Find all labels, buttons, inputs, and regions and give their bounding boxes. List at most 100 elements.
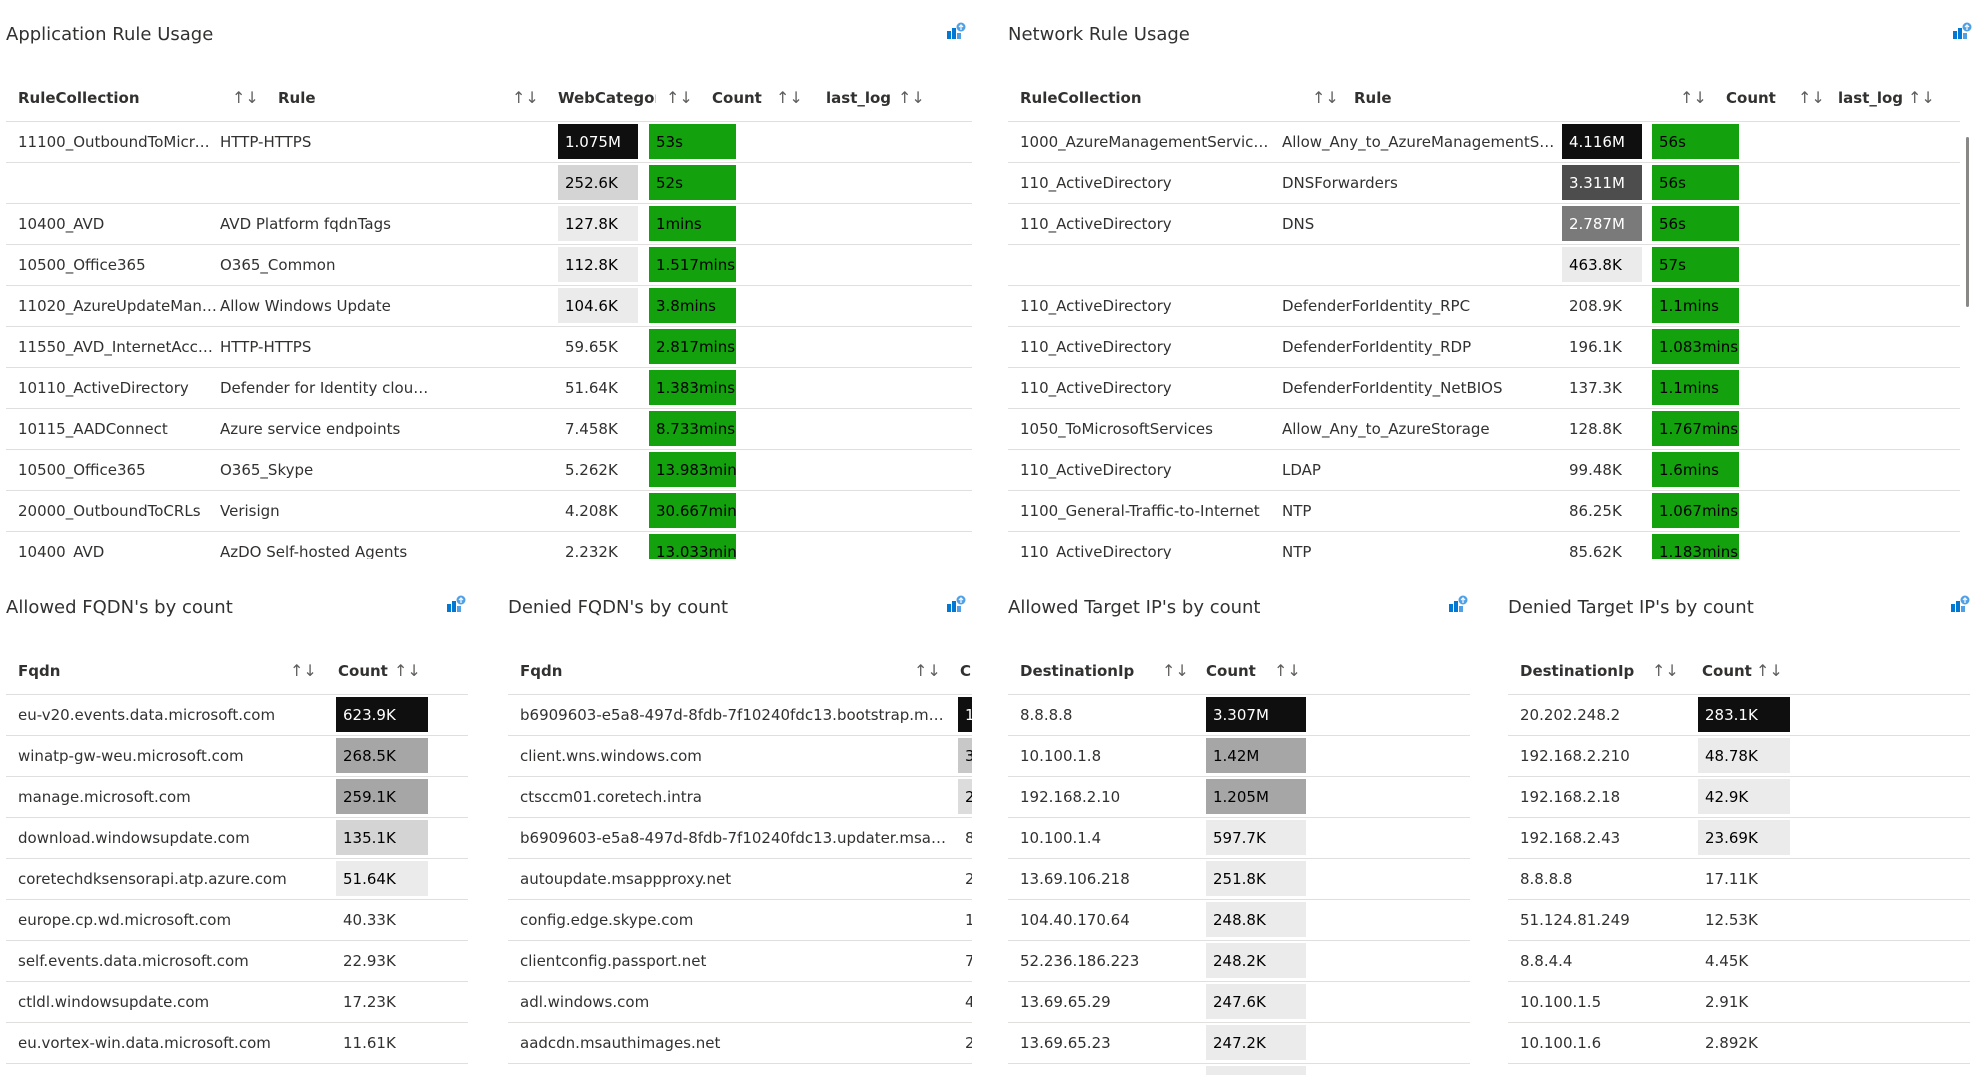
sort-icon[interactable]: ↑↓ — [898, 75, 925, 121]
col-destinationip-header[interactable]: DestinationIp — [1508, 648, 1668, 694]
table-row[interactable]: 252.6K 52s — [6, 163, 972, 204]
pin-to-dashboard-icon[interactable] — [1950, 595, 1970, 613]
table-row[interactable]: 192.168.2.10 1.205M — [1008, 777, 1470, 818]
table-row[interactable]: winatp-gw-weu.microsoft.com 268.5K — [6, 736, 468, 777]
col-rulecollection-header[interactable]: RuleCollection — [1008, 75, 1298, 121]
table-row[interactable]: 10.100.1.5 2.91K — [1508, 982, 1970, 1023]
col-count-header[interactable]: Count — [1714, 75, 1794, 121]
table-row[interactable]: 10500_Office365 O365_Skype 5.262K 13.983min… — [6, 450, 972, 491]
table-row[interactable]: coretechdksensorapi.atp.azure.com 51.64K — [6, 859, 468, 900]
vertical-scrollbar[interactable] — [1966, 137, 1969, 307]
table-row[interactable]: 13.69.65.23 247.2K — [1008, 1023, 1470, 1064]
sort-icon[interactable]: ↑↓ — [512, 75, 539, 121]
table-row[interactable]: 8.8.8.8 17.11K — [1508, 859, 1970, 900]
pin-to-dashboard-icon[interactable] — [1952, 22, 1972, 40]
sort-icon[interactable]: ↑↓ — [1652, 648, 1679, 694]
table-row[interactable]: 20.202.248.2 283.1K — [1508, 695, 1970, 736]
sort-icon[interactable]: ↑↓ — [1908, 75, 1935, 121]
table-row[interactable]: 110_ActiveDirectory DefenderForIdentity_R… — [1008, 327, 1960, 368]
table-row[interactable]: 10400_AVD AVD Platform fqdnTags 127.8K 1min… — [6, 204, 972, 245]
table-row[interactable]: client.wns.windows.com 3 — [508, 736, 972, 777]
pin-to-dashboard-icon[interactable] — [1448, 595, 1468, 613]
table-row[interactable]: b6909603-e5a8-497d-8fdb-7f10240fdc13.upd… — [508, 818, 972, 859]
sort-icon[interactable]: ↑↓ — [1798, 75, 1825, 121]
sort-icon[interactable]: ↑↓ — [394, 648, 421, 694]
table-row[interactable]: 192.168.2.18 42.9K — [1508, 777, 1970, 818]
col-webcategory-header[interactable]: WebCategory — [546, 75, 656, 121]
table-row[interactable]: autoupdate.msappproxy.net 2 — [508, 859, 972, 900]
table-row[interactable]: 10110_ActiveDirectory Defender for Identi… — [6, 368, 972, 409]
table-row[interactable]: download.windowsupdate.com 135.1K — [6, 818, 468, 859]
sort-icon[interactable]: ↑↓ — [232, 75, 259, 121]
table-row[interactable]: 1000_AzureManagementServices Allow_Any_to… — [1008, 122, 1960, 163]
sort-icon[interactable]: ↑↓ — [1274, 648, 1301, 694]
sort-icon[interactable]: ↑↓ — [1680, 75, 1707, 121]
sort-icon[interactable]: ↑↓ — [290, 648, 317, 694]
table-row[interactable]: 110_ActiveDirectory DNSForwarders 3.311M 56… — [1008, 163, 1960, 204]
col-rule-header[interactable]: Rule — [1342, 75, 1642, 121]
table-row[interactable]: 52.236.186.223 248.2K — [1008, 941, 1470, 982]
sort-icon[interactable]: ↑↓ — [1162, 648, 1189, 694]
sort-icon[interactable]: ↑↓ — [666, 75, 693, 121]
col-count-header[interactable]: Count — [700, 75, 780, 121]
col-lastlog-header[interactable]: last_log — [1826, 75, 1906, 121]
table-row[interactable]: 11020_AzureUpdateManagementAllow Windows… — [6, 286, 972, 327]
pin-to-dashboard-icon[interactable] — [446, 595, 466, 613]
table-row[interactable]: 10.100.1.8 1.42M — [1008, 736, 1470, 777]
pin-to-dashboard-icon[interactable] — [946, 22, 966, 40]
table-row[interactable]: 11550_AVD_InternetAccess HTTP-HTTPS 59.65K… — [6, 327, 972, 368]
table-row[interactable]: 13.69.65.29 247.6K — [1008, 982, 1470, 1023]
table-row[interactable]: 192.168.2.43 23.69K — [1508, 818, 1970, 859]
table-row[interactable]: 110_ActiveDirectory DefenderForIdentity_R… — [1008, 286, 1960, 327]
table-row[interactable]: ctldl.windowsupdate.com 17.23K — [6, 982, 468, 1023]
table-row[interactable]: 192.168.2.210 48.78K — [1508, 736, 1970, 777]
col-rule-header[interactable]: Rule — [266, 75, 486, 121]
table-row[interactable]: eu.vortex-win.data.microsoft.com 11.61K — [6, 1023, 468, 1064]
table-row[interactable]: 10500_Office365 O365_Common 112.8K 1.517min… — [6, 245, 972, 286]
col-lastlog-header[interactable]: last_log — [814, 75, 894, 121]
col-rulecollection-header[interactable]: RuleCollection — [6, 75, 226, 121]
table-row[interactable]: clientconfig.passport.net 7 — [508, 941, 972, 982]
table-row[interactable]: 110_ActiveDirectory NTP 85.62K 1.183mins — [1008, 532, 1960, 559]
table-row[interactable]: 1100_General-Traffic-to-Internet NTP 86.25… — [1008, 491, 1960, 532]
table-row[interactable]: 8.8.8.8 3.307M — [1008, 695, 1470, 736]
table-row[interactable]: 20000_OutboundToCRLs Verisign 4.208K 30.667… — [6, 491, 972, 532]
table-row[interactable]: 11100_OutboundToMicrosoft HTTP-HTTPS 1.075… — [6, 122, 972, 163]
table-row[interactable]: 463.8K 57s — [1008, 245, 1960, 286]
table-row[interactable]: b6909603-e5a8-497d-8fdb-7f10240fdc13.boo… — [508, 695, 972, 736]
table-row[interactable]: manage.microsoft.com 259.1K — [6, 777, 468, 818]
table-row[interactable]: 10400_AVD AzDO Self-hosted Agents 2.232K 13… — [6, 532, 972, 559]
table-row[interactable]: eu-v20.events.data.microsoft.com 623.9K — [6, 695, 468, 736]
table-row[interactable]: self.events.data.microsoft.com 22.93K — [6, 941, 468, 982]
col-destinationip-header[interactable]: DestinationIp — [1008, 648, 1168, 694]
sort-icon[interactable]: ↑↓ — [776, 75, 803, 121]
pin-to-dashboard-icon[interactable] — [946, 595, 966, 613]
table-row[interactable]: 51.124.81.249 12.53K — [1508, 900, 1970, 941]
table-row[interactable]: europe.cp.wd.microsoft.com 40.33K — [6, 900, 468, 941]
table-row[interactable]: 10.100.1.4 597.7K — [1008, 818, 1470, 859]
table-row[interactable]: 104.40.170.64 248.8K — [1008, 900, 1470, 941]
col-count-header[interactable]: C — [948, 648, 972, 694]
col-fqdn-header[interactable]: Fqdn — [508, 648, 708, 694]
table-row[interactable]: 8.8.4.4 4.45K — [1508, 941, 1970, 982]
table-row[interactable]: 110_ActiveDirectory DefenderForIdentity_N… — [1008, 368, 1960, 409]
table-row[interactable]: aadcdn.msauthimages.net 2 — [508, 1023, 972, 1064]
table-row[interactable]: www.msn.com 2 — [508, 1064, 972, 1075]
table-row[interactable]: ctsccm01.coretech.intra 2 — [508, 777, 972, 818]
sort-icon[interactable]: ↑↓ — [1312, 75, 1339, 121]
table-row[interactable]: 110_ActiveDirectory LDAP 99.48K 1.6mins — [1008, 450, 1960, 491]
table-row[interactable]: msedge.b.tlu.dl.delivery.mp.microsoft.co… — [6, 1064, 468, 1075]
sort-icon[interactable]: ↑↓ — [914, 648, 941, 694]
table-row[interactable]: config.edge.skype.com 1 — [508, 900, 972, 941]
table-row[interactable]: 10.100.1.8 1.59K — [1508, 1064, 1970, 1075]
table-row[interactable]: 13.69.106.218 251.8K — [1008, 859, 1470, 900]
table-row[interactable]: 10115_AADConnect Azure service endpoints 7… — [6, 409, 972, 450]
col-count-header[interactable]: Count — [1194, 648, 1274, 694]
table-row[interactable]: 110_ActiveDirectory DNS 2.787M 56s — [1008, 204, 1960, 245]
col-fqdn-header[interactable]: Fqdn — [6, 648, 206, 694]
table-row[interactable]: 52.236.186.222 245.8K — [1008, 1064, 1470, 1075]
table-row[interactable]: 10.100.1.6 2.892K — [1508, 1023, 1970, 1064]
sort-icon[interactable]: ↑↓ — [1756, 648, 1783, 694]
table-row[interactable]: 1050_ToMicrosoftServices Allow_Any_to_Azu… — [1008, 409, 1960, 450]
table-row[interactable]: adl.windows.com 4 — [508, 982, 972, 1023]
